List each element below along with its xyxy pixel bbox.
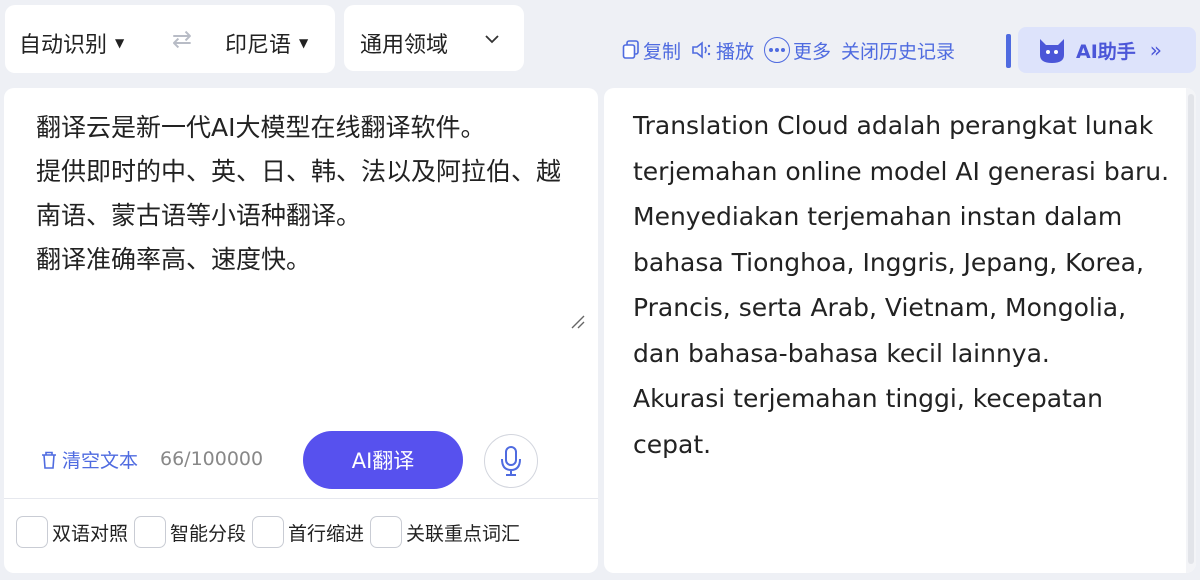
source-language-label: 自动识别 xyxy=(19,33,108,58)
source-textarea[interactable]: 翻译云是新一代AI大模型在线翻译软件。 提供即时的中、英、日、韩、法以及阿拉伯、… xyxy=(36,106,571,282)
option-label: 关联重点词汇 xyxy=(406,522,521,545)
caret-down-icon: ▼ xyxy=(115,36,125,50)
copy-label: 复制 xyxy=(643,40,682,63)
option-key-vocabulary[interactable]: 关联重点词汇 xyxy=(370,516,520,548)
option-smart-paragraph[interactable]: 智能分段 xyxy=(134,516,246,548)
microphone-button[interactable] xyxy=(484,434,538,488)
checkbox[interactable] xyxy=(134,516,167,548)
more-button[interactable]: 更多 xyxy=(764,37,831,64)
character-count: 66/100000 xyxy=(160,448,264,470)
option-label: 智能分段 xyxy=(170,522,247,545)
resize-handle-icon[interactable] xyxy=(569,313,585,329)
language-selector: 自动识别 ▼ ⇄ 印尼语 ▼ xyxy=(5,5,335,73)
more-label: 更多 xyxy=(793,40,832,63)
options-row: 双语对照 智能分段 首行缩进 关联重点词汇 xyxy=(16,516,526,548)
swap-languages-icon[interactable]: ⇄ xyxy=(167,27,197,51)
source-panel: 翻译云是新一代AI大模型在线翻译软件。 提供即时的中、英、日、韩、法以及阿拉伯、… xyxy=(4,88,598,573)
double-chevron-right-icon: » xyxy=(1149,38,1163,62)
checkbox[interactable] xyxy=(370,516,403,548)
clear-text-label: 清空文本 xyxy=(62,450,139,472)
option-label: 双语对照 xyxy=(52,522,129,545)
microphone-icon xyxy=(501,446,521,476)
option-bilingual[interactable]: 双语对照 xyxy=(16,516,128,548)
caret-down-icon: ▼ xyxy=(299,36,309,50)
option-label: 首行缩进 xyxy=(288,522,365,545)
domain-label: 通用领域 xyxy=(360,33,449,58)
speaker-icon xyxy=(692,41,711,59)
close-history-label: 关闭历史记录 xyxy=(841,40,956,63)
checkbox[interactable] xyxy=(16,516,48,548)
source-language-dropdown[interactable]: 自动识别 ▼ xyxy=(19,27,124,59)
ai-helper-button[interactable]: AI助手 » xyxy=(1018,27,1196,73)
target-language-label: 印尼语 xyxy=(225,33,292,58)
chevron-down-icon xyxy=(485,35,499,44)
scrollbar[interactable] xyxy=(1186,88,1196,573)
toolbar-divider xyxy=(1006,34,1011,68)
translation-output: Translation Cloud adalah perangkat lunak… xyxy=(633,111,1170,459)
option-first-line-indent[interactable]: 首行缩进 xyxy=(252,516,364,548)
more-dots-icon xyxy=(764,37,791,63)
domain-dropdown[interactable]: 通用领域 xyxy=(344,5,524,71)
panel-divider xyxy=(4,498,598,499)
copy-icon xyxy=(622,40,639,59)
scrollbar-thumb[interactable] xyxy=(1188,94,1194,564)
play-label: 播放 xyxy=(716,40,755,63)
output-toolbar: 复制 播放 更多 关闭历史记录 xyxy=(622,36,955,64)
ai-helper-label: AI助手 xyxy=(1076,40,1136,63)
ai-cat-mascot-icon xyxy=(1040,39,1064,63)
translation-panel: Translation Cloud adalah perangkat lunak… xyxy=(604,88,1196,573)
trash-icon xyxy=(42,451,56,469)
play-button[interactable]: 播放 xyxy=(691,37,754,64)
ai-translate-button[interactable]: AI翻译 xyxy=(303,431,463,489)
checkbox[interactable] xyxy=(252,516,285,548)
clear-text-button[interactable]: 清空文本 xyxy=(40,446,138,473)
close-history-button[interactable]: 关闭历史记录 xyxy=(841,37,955,64)
target-language-dropdown[interactable]: 印尼语 ▼ xyxy=(225,27,308,59)
copy-button[interactable]: 复制 xyxy=(622,37,681,64)
